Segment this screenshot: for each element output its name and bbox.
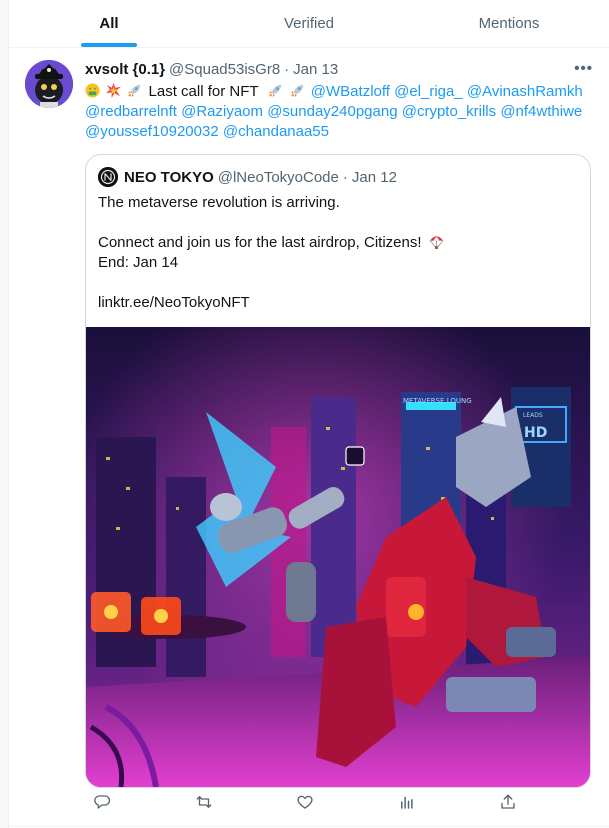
tweet[interactable]: xvsolt {0.1} @Squad53isGr8 · Jan 13 ••• … <box>9 48 609 827</box>
notifications-panel: All Verified Mentions xvsolt {0.1} @Squa… <box>8 0 609 828</box>
quoted-line-text: Connect and join us for the last airdrop… <box>98 234 422 251</box>
mention-link[interactable]: @redbarrelnft <box>85 103 177 120</box>
neon-sign-text: LEADS <box>523 412 543 419</box>
mention-link[interactable]: @crypto_krills <box>402 103 496 120</box>
rocket-emoji <box>128 84 141 98</box>
tweet-date[interactable]: Jan 13 <box>293 60 338 80</box>
rocket-emoji <box>290 84 303 98</box>
tab-bar: All Verified Mentions <box>9 0 609 48</box>
mention-link[interactable]: @WBatzloff <box>311 83 390 100</box>
rocket-emoji <box>269 84 282 98</box>
mention-link[interactable]: @AvinashRamkh <box>467 83 583 100</box>
mention-link[interactable]: @sunday240pgang <box>267 103 397 120</box>
tab-label: Mentions <box>478 15 540 32</box>
tab-verified[interactable]: Verified <box>209 0 409 47</box>
analytics-icon[interactable] <box>390 788 424 816</box>
tweet-header: xvsolt {0.1} @Squad53isGr8 · Jan 13 <box>85 60 593 80</box>
author-name[interactable]: xvsolt {0.1} <box>85 60 165 80</box>
mention-link[interactable]: @el_riga_ <box>394 83 463 100</box>
quoted-tweet-text: The metaverse revolution is arriving. Co… <box>98 193 578 313</box>
quoted-avatar <box>98 167 118 187</box>
tweet-actions <box>85 788 525 816</box>
quoted-author-name: NEO TOKYO <box>124 168 214 186</box>
quoted-media-image[interactable]: METAVERSE LOUNG LEADS HD <box>86 327 590 787</box>
quoted-line: The metaverse revolution is arriving. <box>98 194 340 211</box>
reply-icon[interactable] <box>85 788 119 816</box>
active-tab-indicator <box>81 43 137 47</box>
avatar[interactable] <box>25 60 73 108</box>
quoted-tweet[interactable]: NEO TOKYO @lNeoTokyoCode · Jan 12 The me… <box>85 154 591 788</box>
like-icon[interactable] <box>288 788 322 816</box>
neon-sign-text: HD <box>524 425 547 441</box>
tab-mentions[interactable]: Mentions <box>409 0 609 47</box>
mention-link[interactable]: @nf4wthiwe <box>500 103 582 120</box>
quoted-link: linktr.ee/NeoTokyoNFT <box>98 294 250 311</box>
collision-emoji <box>106 83 122 98</box>
separator: · <box>342 168 348 186</box>
quoted-tweet-header: NEO TOKYO @lNeoTokyoCode · Jan 12 <box>98 167 397 187</box>
quoted-author-handle: @lNeoTokyoCode <box>217 168 339 186</box>
quoted-line: End: Jan 14 <box>98 254 179 271</box>
neon-sign-text: METAVERSE LOUNG <box>403 397 472 405</box>
mention-link[interactable]: @youssef10920032 <box>85 123 219 140</box>
tweet-text: Last call for NFT @WBatzloff @el_riga_ @… <box>85 82 593 142</box>
tab-all[interactable]: All <box>9 0 209 47</box>
quoted-line: Connect and join us for the last airdrop… <box>98 233 578 253</box>
mention-link[interactable]: @chandanaa55 <box>223 123 329 140</box>
tweet-text-lead: Last call for NFT <box>148 83 259 100</box>
share-icon[interactable] <box>491 788 525 816</box>
tab-label: All <box>99 15 119 32</box>
mention-link[interactable]: @Raziyaom <box>181 103 263 120</box>
retweet-icon[interactable] <box>187 788 221 816</box>
separator: · <box>284 61 290 78</box>
tweet-content: xvsolt {0.1} @Squad53isGr8 · Jan 13 ••• … <box>85 60 593 788</box>
parachute-emoji <box>429 236 444 249</box>
money-mouth-face-emoji <box>85 83 100 98</box>
author-handle[interactable]: @Squad53isGr8 <box>169 60 280 80</box>
more-options-icon[interactable]: ••• <box>574 60 593 77</box>
quoted-tweet-date: Jan 12 <box>351 168 397 186</box>
tab-label: Verified <box>283 15 335 32</box>
